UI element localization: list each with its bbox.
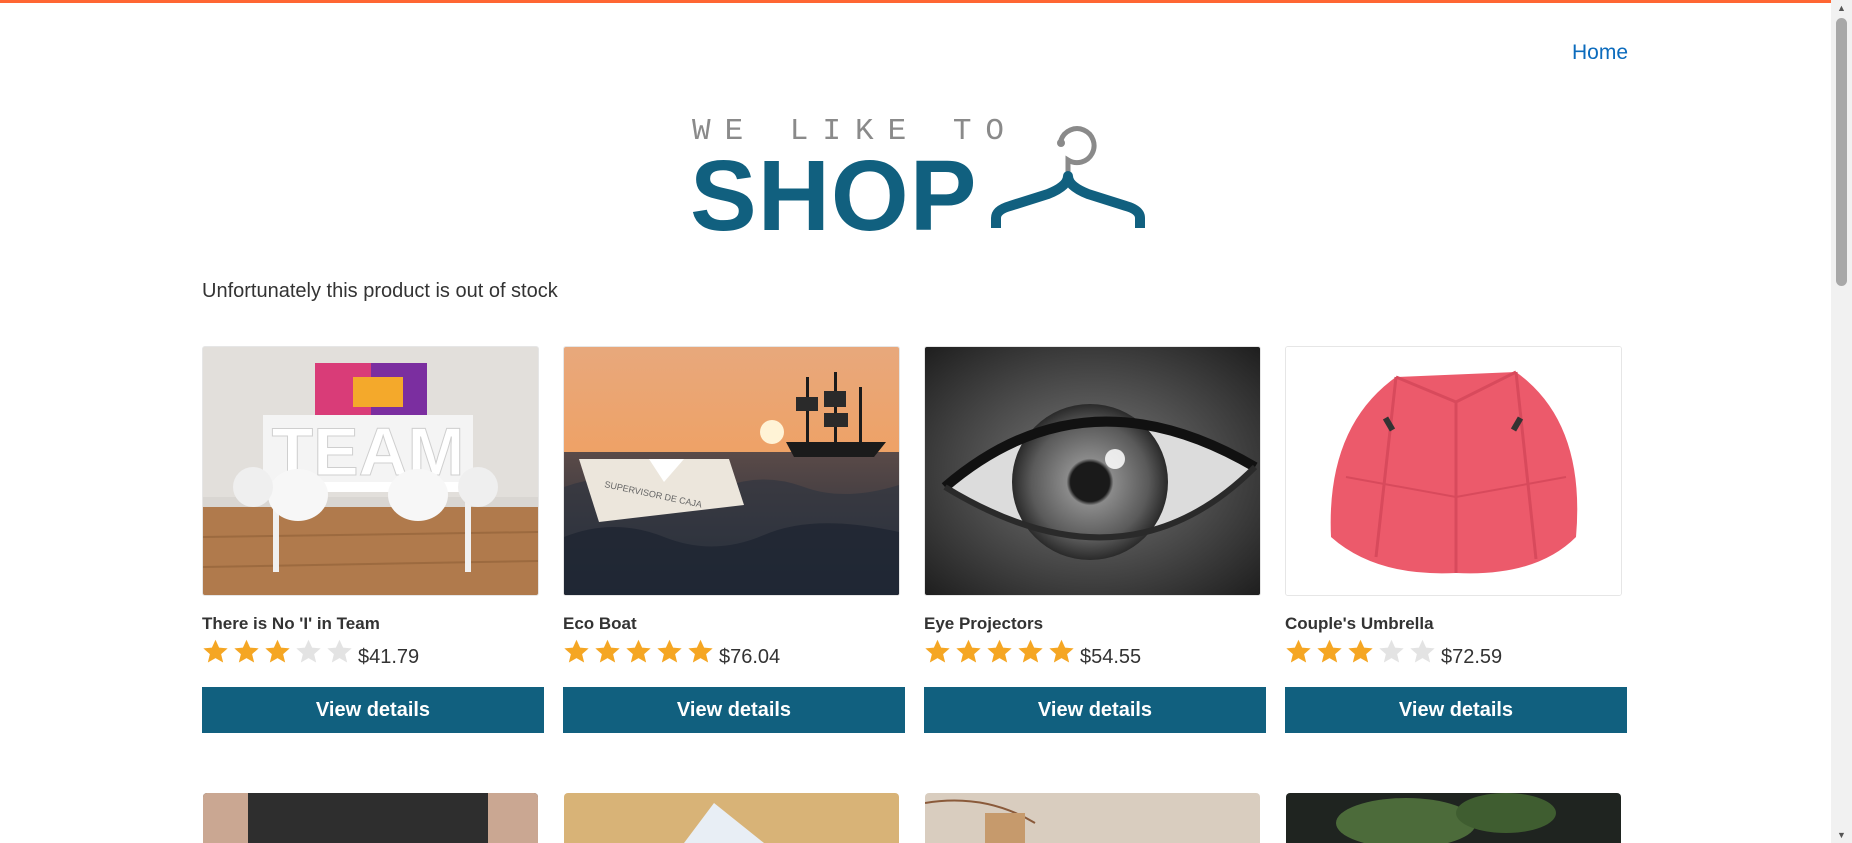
star-filled-icon [265, 639, 290, 663]
star-filled-icon [956, 639, 981, 663]
product-title[interactable]: Eye Projectors [924, 614, 1043, 634]
product-image-partial[interactable] [1286, 793, 1621, 843]
product-image-team[interactable]: TEAM [202, 346, 539, 596]
star-rating [563, 638, 714, 665]
out-of-stock-message: Unfortunately this product is out of sto… [202, 280, 558, 302]
product-image-umbrella[interactable] [1285, 346, 1622, 596]
star-rating [202, 638, 353, 665]
scroll-up-arrow-icon[interactable]: ▲ [1831, 0, 1852, 16]
top-accent-bar [0, 0, 1831, 3]
star-filled-icon [1286, 639, 1311, 663]
scrollbar-thumb[interactable] [1836, 18, 1847, 286]
star-rating [924, 638, 1075, 665]
view-details-button[interactable]: View details [924, 687, 1266, 733]
home-link[interactable]: Home [1572, 41, 1628, 65]
product-image-partial[interactable] [203, 793, 538, 843]
product-price: $76.04 [719, 646, 781, 668]
clothes-hanger-icon [991, 126, 1145, 228]
scroll-down-arrow-icon[interactable]: ▼ [1831, 827, 1852, 843]
star-empty-icon [1410, 639, 1435, 663]
logo-wordmark: SHOP [690, 140, 978, 252]
star-empty-icon [1379, 639, 1404, 663]
product-image-eye[interactable] [924, 346, 1261, 596]
star-filled-icon [1018, 639, 1043, 663]
product-title[interactable]: There is No 'I' in Team [202, 614, 380, 634]
star-filled-icon [688, 639, 713, 663]
product-price: $72.59 [1441, 646, 1503, 668]
product-image-partial[interactable] [564, 793, 899, 843]
star-empty-icon [296, 639, 321, 663]
product-title[interactable]: Eco Boat [563, 614, 637, 634]
product-image-eco-boat[interactable]: SUPERVISOR DE CAJA [563, 346, 900, 596]
vertical-scrollbar[interactable]: ▲ ▼ [1831, 0, 1852, 843]
star-filled-icon [564, 639, 589, 663]
star-filled-icon [595, 639, 620, 663]
product-price: $41.79 [358, 646, 420, 668]
product-price: $54.55 [1080, 646, 1142, 668]
product-image-partial[interactable] [925, 793, 1260, 843]
view-details-button[interactable]: View details [1285, 687, 1627, 733]
star-filled-icon [925, 639, 950, 663]
star-filled-icon [657, 639, 682, 663]
star-filled-icon [1049, 639, 1074, 663]
view-details-button[interactable]: View details [202, 687, 544, 733]
star-filled-icon [234, 639, 259, 663]
product-title[interactable]: Couple's Umbrella [1285, 614, 1434, 634]
star-filled-icon [987, 639, 1012, 663]
star-filled-icon [626, 639, 651, 663]
star-filled-icon [1317, 639, 1342, 663]
star-empty-icon [327, 639, 352, 663]
star-rating [1285, 638, 1436, 665]
view-details-button[interactable]: View details [563, 687, 905, 733]
site-logo[interactable]: WE LIKE TO SHOP [690, 110, 1145, 246]
star-filled-icon [203, 639, 228, 663]
star-filled-icon [1348, 639, 1373, 663]
